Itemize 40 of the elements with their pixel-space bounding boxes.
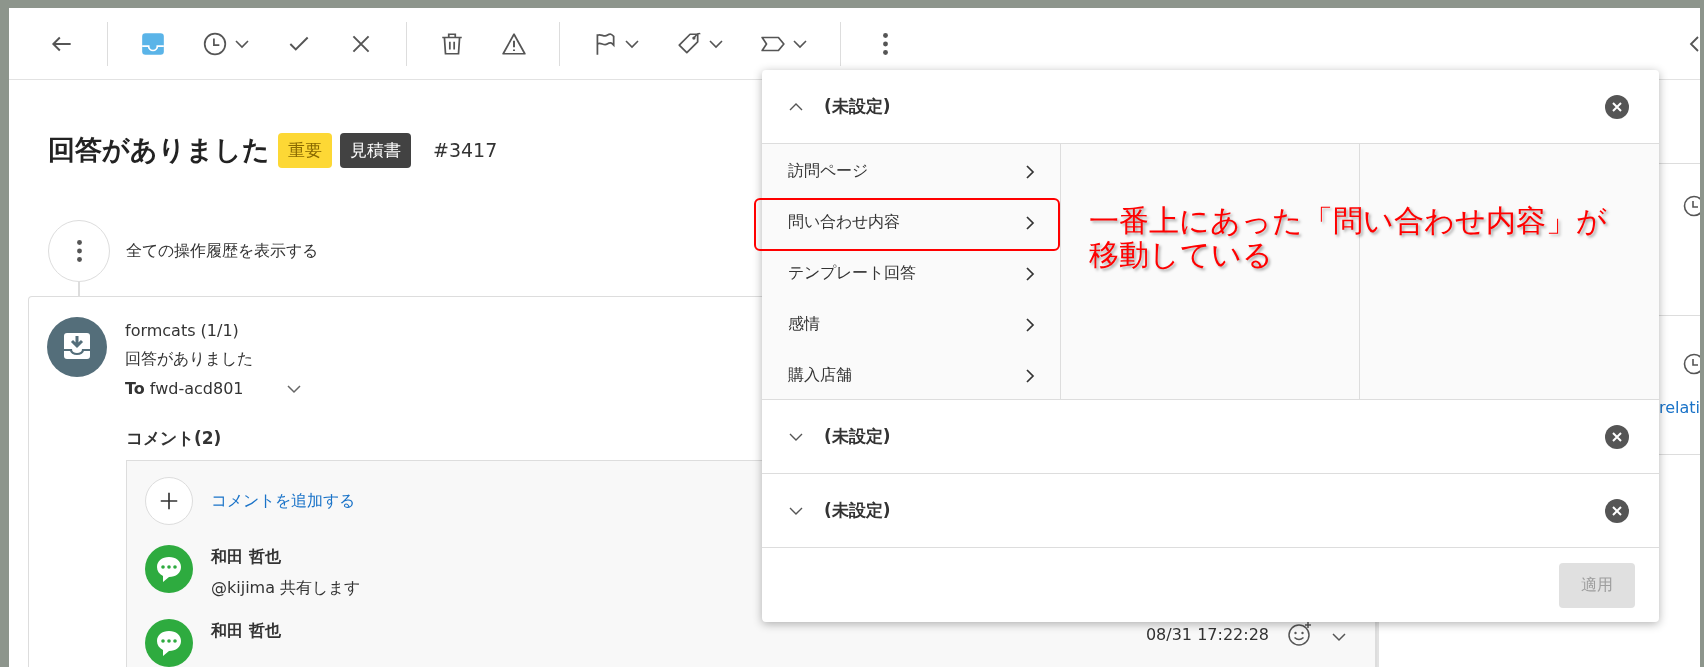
message-subject: 回答がありました [125,348,254,370]
comment-author: 和田 哲也 [211,547,282,568]
more-icon [76,240,82,262]
ticket-title: 回答がありました [48,133,270,167]
comment-author: 和田 哲也 [211,621,282,642]
add-comment-link[interactable]: コメントを追加する [211,490,355,512]
clear-icon[interactable] [1605,94,1629,119]
comments-heading: コメント(2) [126,427,222,450]
filter-title: (未設定) [824,499,892,522]
filter-title: (未設定) [824,95,892,118]
history-link[interactable]: 全ての操作履歴を表示する [126,240,318,262]
tag-label: 見積書 [340,132,411,168]
annotation-text: 一番上にあった「問い合わせ内容」が [1089,204,1607,238]
clock-icon [202,30,228,57]
category-item[interactable]: 感情 [762,299,1060,350]
relation-link[interactable]: relati [1658,398,1700,417]
chat-avatar-icon [145,545,193,593]
category-item[interactable]: 訪問ページ [762,146,1060,197]
clear-icon[interactable] [1605,498,1629,523]
tag-label: 重要 [278,132,332,168]
add-reaction-icon[interactable] [1287,621,1313,647]
comment-time: 08/31 17:22:28 [1145,625,1269,644]
clock-icon [1682,352,1700,376]
inbox-avatar-icon [47,317,107,377]
clock-icon [1682,194,1700,218]
category-item[interactable]: 問い合わせ内容 [762,197,1060,248]
category-item[interactable]: テンプレート回答 [762,248,1060,299]
filter-title: (未設定) [824,425,892,448]
ticket-number: #3417 [433,139,498,161]
inbox-icon [140,30,166,57]
trash-icon [439,30,465,57]
more-icon [883,32,888,55]
plus-icon [158,490,180,512]
comment-text: @kijima 共有します [211,578,362,599]
annotation-text: 移動している [1089,238,1273,272]
category-item[interactable]: 購入店舗 [762,350,1060,401]
clear-icon[interactable] [1605,424,1629,449]
add-comment-button[interactable] [145,477,193,525]
sender-name: formcats (1/1) [125,320,240,342]
recipient-text: To fwd-acd801 [125,378,244,400]
